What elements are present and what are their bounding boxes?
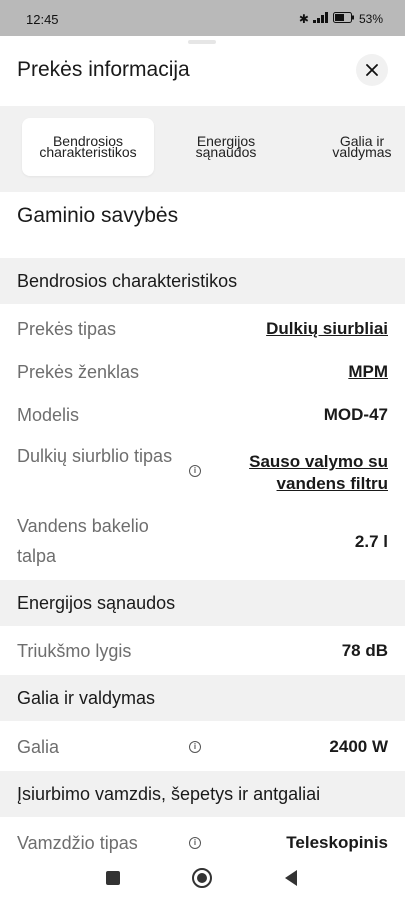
info-icon[interactable]: i (189, 837, 201, 849)
spec-value: 2.7 l (354, 532, 388, 551)
tab-label: Bendrosios charakteristikos (39, 133, 137, 160)
tab-label: Galia ir valdymas (332, 133, 392, 160)
home-circle-icon (192, 868, 212, 888)
spec-row-vacuum-type: Dulkių siurblio tipas i Sauso valymo su … (0, 441, 405, 503)
home-button[interactable] (190, 866, 214, 890)
status-bar: 12:45 ✱ 53% (0, 0, 405, 36)
spec-row-power: Galia i 2400 W (0, 732, 405, 762)
status-time: 12:45 (26, 12, 59, 27)
system-nav-bar (0, 856, 405, 900)
back-triangle-icon (285, 870, 297, 886)
spec-label: Triukšmo lygis (17, 641, 132, 661)
spec-value: Teleskopinis (286, 833, 388, 852)
info-icon[interactable]: i (189, 465, 201, 477)
spec-row-noise: Triukšmo lygis 78 dB (0, 636, 405, 666)
signal-icon (312, 12, 329, 26)
info-icon[interactable]: i (189, 741, 201, 753)
tab-energy[interactable]: Energijos sąnaudos (170, 118, 282, 176)
spec-row-tube-type: Vamzdžio tipas i Teleskopinis (0, 828, 405, 856)
bluetooth-icon: ✱ (298, 12, 309, 26)
product-info-sheet: Prekės informacija Bendrosios charakteri… (0, 36, 405, 856)
group-header-energy: Energijos sąnaudos (0, 580, 405, 626)
spec-value: 2400 W (329, 737, 388, 756)
status-icons: ✱ 53% (299, 12, 383, 26)
battery-icon (332, 12, 355, 26)
spec-row-water-tank: Vandens bakelio talpa 2.7 l (0, 511, 405, 573)
spec-label: Prekės ženklas (17, 362, 140, 382)
spec-row-product-type: Prekės tipas Dulkių siurbliai (0, 314, 405, 344)
tab-general[interactable]: Bendrosios charakteristikos (22, 118, 154, 176)
spec-label: Galia (17, 737, 60, 757)
close-icon (366, 64, 378, 76)
section-heading: Gaminio savybės (17, 204, 179, 227)
spec-value-link[interactable]: Dulkių siurbliai (266, 318, 388, 340)
sheet-drag-handle[interactable] (188, 40, 216, 44)
spec-row-model: Modelis MOD-47 (0, 400, 405, 430)
spec-label: Vamzdžio tipas (17, 833, 138, 853)
spec-value: MOD-47 (323, 405, 388, 424)
spec-label: Vandens bakelio talpa (17, 516, 149, 566)
spec-label: Dulkių siurblio tipas (17, 446, 173, 466)
battery-percent: 53% (358, 12, 383, 26)
recents-button[interactable] (101, 866, 125, 890)
spec-row-brand: Prekės ženklas MPM (0, 357, 405, 387)
close-button[interactable] (356, 54, 388, 86)
group-header-general: Bendrosios charakteristikos (0, 258, 405, 304)
back-button[interactable] (279, 866, 303, 890)
square-icon (106, 871, 120, 885)
tab-power[interactable]: Galia ir valdymas (322, 118, 405, 176)
spec-value-link[interactable]: Sauso valymo su vandens filtru (228, 451, 388, 495)
tab-bar: Bendrosios charakteristikos Energijos są… (0, 106, 405, 192)
spec-value: 78 dB (341, 641, 388, 660)
group-header-power: Galia ir valdymas (0, 675, 405, 721)
tab-label: Energijos sąnaudos (195, 133, 257, 160)
spec-label: Modelis (17, 405, 80, 425)
group-header-tube: Įsiurbimo vamzdis, šepetys ir antgaliai (0, 771, 405, 817)
spec-value-link[interactable]: MPM (348, 361, 388, 383)
spec-label: Prekės tipas (17, 319, 117, 339)
sheet-title: Prekės informacija (17, 58, 190, 81)
